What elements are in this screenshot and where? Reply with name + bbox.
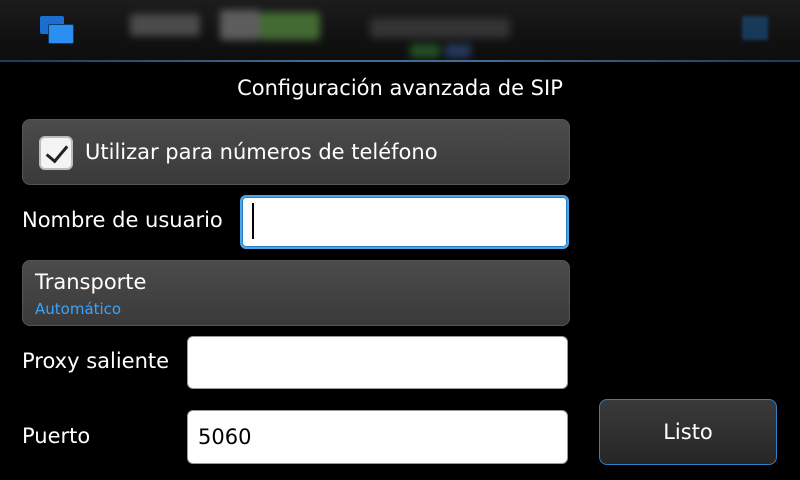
status-bar-divider: [0, 60, 800, 62]
outbound-proxy-label: Proxy saliente: [22, 349, 170, 373]
username-label: Nombre de usuario: [22, 208, 223, 232]
port-input[interactable]: [187, 410, 568, 464]
transport-selector[interactable]: Transporte Automático: [22, 260, 570, 326]
status-bar-blurred-content: [110, 0, 750, 62]
checkmark-icon: [45, 139, 69, 164]
status-bar: [0, 0, 800, 62]
transport-value: Automático: [35, 300, 122, 318]
text-caret: [252, 203, 254, 239]
page-title: Configuración avanzada de SIP: [237, 76, 563, 100]
outbound-proxy-input[interactable]: [187, 336, 568, 389]
port-label: Puerto: [22, 424, 91, 448]
task-switcher-icon[interactable]: [38, 14, 76, 44]
username-input[interactable]: [240, 195, 569, 249]
phone-numbers-checkbox-row[interactable]: Utilizar para números de teléfono: [22, 119, 570, 185]
close-icon[interactable]: [742, 16, 768, 40]
phone-numbers-label: Utilizar para números de teléfono: [85, 140, 438, 164]
phone-numbers-checkbox[interactable]: [39, 136, 73, 170]
transport-label: Transporte: [35, 270, 147, 294]
done-button[interactable]: Listo: [599, 399, 777, 465]
